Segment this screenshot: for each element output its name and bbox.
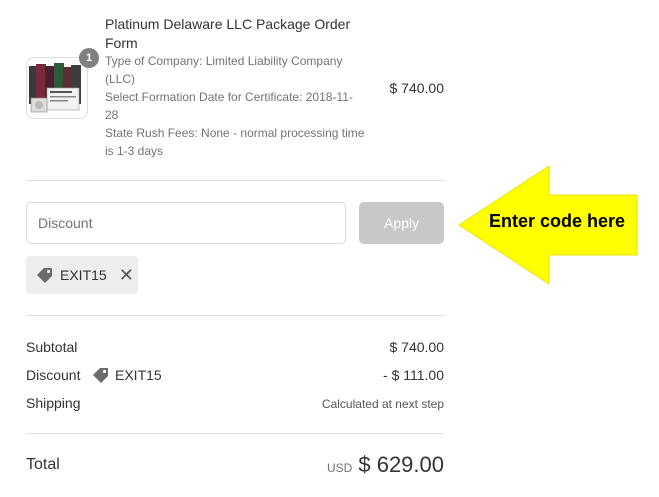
divider [26, 180, 444, 181]
product-company-type: Type of Company: Limited Liability Compa… [105, 54, 343, 86]
annotation-text: Enter code here [488, 211, 626, 231]
subtotal-value: $ 740.00 [389, 339, 445, 355]
total-price: USD $ 629.00 [250, 452, 444, 478]
summary-discount-code-label: EXIT15 [115, 367, 162, 383]
product-rush-fees: State Rush Fees: None - normal processin… [105, 126, 365, 158]
total-value: $ 629.00 [358, 452, 444, 477]
total-label: Total [26, 456, 60, 473]
product-title: Platinum Delaware LLC Package Order Form [105, 16, 351, 51]
summary-discount-code: EXIT15 [92, 366, 162, 384]
discount-value: - $ 111.00 [383, 367, 444, 383]
apply-button[interactable]: Apply [359, 202, 444, 244]
product-image [29, 63, 81, 113]
discount-label: Discount [26, 367, 81, 383]
tag-icon [93, 368, 108, 383]
discount-input[interactable] [26, 202, 346, 244]
product-price: $ 740.00 [389, 80, 445, 96]
tag-icon [37, 268, 52, 283]
product-thumbnail: 1 [26, 48, 99, 119]
currency-code: USD [327, 461, 353, 475]
remove-discount-close-icon[interactable]: ✕ [119, 266, 134, 284]
quantity-badge: 1 [79, 48, 99, 68]
product-formation-date: Select Formation Date for Certificate: 2… [105, 90, 353, 122]
subtotal-label: Subtotal [26, 339, 78, 355]
shipping-value: Calculated at next step [321, 397, 444, 411]
shipping-label: Shipping [26, 395, 81, 411]
applied-discount-code: EXIT15 [60, 267, 107, 283]
divider [26, 315, 444, 316]
applied-discount-tag: EXIT15 ✕ [26, 256, 138, 294]
divider [26, 433, 444, 434]
